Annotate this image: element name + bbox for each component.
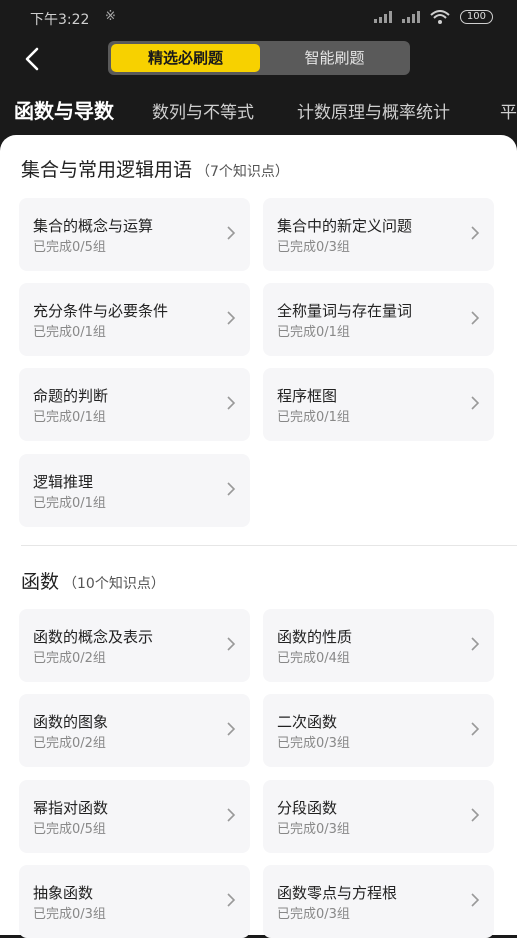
cellular-signal-icon	[373, 11, 392, 23]
section-divider	[21, 545, 517, 546]
status-extra: ※	[105, 9, 116, 24]
card-title: 全称量词与存在量词	[277, 302, 413, 320]
chevron-right-icon	[471, 226, 480, 240]
card-title: 抽象函数	[33, 884, 94, 902]
tab-smart-exercises[interactable]: 智能刷题	[262, 44, 407, 72]
knowledge-card[interactable]: 二次函数 已完成0/3组	[263, 694, 494, 767]
chevron-right-icon	[227, 396, 236, 410]
chevron-right-icon	[471, 722, 480, 736]
chevron-right-icon	[471, 637, 480, 651]
status-time: 下午3:22	[30, 12, 90, 28]
knowledge-card[interactable]: 分段函数 已完成0/3组	[263, 780, 494, 853]
card-progress: 已完成0/1组	[33, 410, 106, 425]
card-title: 函数零点与方程根	[277, 884, 398, 902]
card-title: 集合的概念与运算	[33, 217, 154, 235]
chevron-right-icon	[227, 311, 236, 325]
chevron-right-icon	[227, 226, 236, 240]
tab-functions-derivatives[interactable]: 函数与导数	[14, 96, 114, 126]
tab-counting-probability[interactable]: 计数原理与概率统计	[297, 98, 450, 128]
card-progress: 已完成0/3组	[277, 907, 350, 922]
knowledge-card[interactable]: 抽象函数 已完成0/3组	[19, 865, 250, 938]
card-title: 命题的判断	[33, 387, 109, 405]
chevron-right-icon	[227, 482, 236, 496]
card-title: 程序框图	[277, 387, 338, 405]
card-title: 函数的性质	[277, 628, 353, 646]
card-progress: 已完成0/1组	[277, 325, 350, 340]
section-count: （7个知识点）	[196, 164, 289, 180]
card-progress: 已完成0/2组	[33, 736, 106, 751]
knowledge-card[interactable]: 函数的性质 已完成0/4组	[263, 609, 494, 682]
card-title: 函数的概念及表示	[33, 628, 154, 646]
card-title: 集合中的新定义问题	[277, 217, 413, 235]
chevron-right-icon	[227, 637, 236, 651]
knowledge-card[interactable]: 函数的图象 已完成0/2组	[19, 694, 250, 767]
card-title: 幂指对函数	[33, 799, 109, 817]
section-name: 集合与常用逻辑用语	[21, 159, 193, 181]
content-sheet: 集合与常用逻辑用语 （7个知识点） 集合的概念与运算 已完成0/5组 集合中的新定…	[0, 135, 517, 938]
chevron-right-icon	[471, 396, 480, 410]
knowledge-card[interactable]: 全称量词与存在量词 已完成0/1组	[263, 283, 494, 356]
knowledge-card[interactable]: 函数零点与方程根 已完成0/3组	[263, 865, 494, 938]
knowledge-card[interactable]: 集合的概念与运算 已完成0/5组	[19, 198, 250, 271]
knowledge-card[interactable]: 程序框图 已完成0/1组	[263, 368, 494, 441]
tab-sequences-inequalities[interactable]: 数列与不等式	[152, 98, 254, 128]
section-name: 函数	[21, 571, 60, 593]
card-progress: 已完成0/3组	[277, 240, 350, 255]
card-title: 函数的图象	[33, 713, 109, 731]
card-progress: 已完成0/4组	[277, 651, 350, 666]
knowledge-card[interactable]: 命题的判断 已完成0/1组	[19, 368, 250, 441]
card-title: 二次函数	[277, 713, 338, 731]
section-title: 函数 （10个知识点）	[21, 567, 165, 594]
card-progress: 已完成0/3组	[277, 736, 350, 751]
card-progress: 已完成0/1组	[277, 410, 350, 425]
chevron-right-icon	[471, 893, 480, 907]
card-progress: 已完成0/5组	[33, 240, 106, 255]
card-progress: 已完成0/5组	[33, 822, 106, 837]
mode-switch: 精选必刷题 智能刷题	[108, 41, 410, 75]
card-title: 充分条件与必要条件	[33, 302, 169, 320]
knowledge-card[interactable]: 逻辑推理 已完成0/1组	[19, 454, 250, 527]
knowledge-card[interactable]: 幂指对函数 已完成0/5组	[19, 780, 250, 853]
chevron-right-icon	[227, 722, 236, 736]
chevron-right-icon	[471, 808, 480, 822]
card-title: 逻辑推理	[33, 473, 94, 491]
status-bar: 下午3:22 ※ 100	[0, 0, 517, 36]
card-progress: 已完成0/3组	[33, 907, 106, 922]
card-title: 分段函数	[277, 799, 338, 817]
card-progress: 已完成0/1组	[33, 496, 106, 511]
section-title: 集合与常用逻辑用语 （7个知识点）	[21, 155, 289, 182]
tab-selected-exercises[interactable]: 精选必刷题	[111, 44, 260, 72]
card-progress: 已完成0/1组	[33, 325, 106, 340]
chevron-right-icon	[227, 893, 236, 907]
chevron-right-icon	[227, 808, 236, 822]
knowledge-card[interactable]: 充分条件与必要条件 已完成0/1组	[19, 283, 250, 356]
card-progress: 已完成0/3组	[277, 822, 350, 837]
tab-more[interactable]: 平	[500, 98, 517, 128]
card-progress: 已完成0/2组	[33, 651, 106, 666]
chevron-right-icon	[471, 311, 480, 325]
knowledge-card[interactable]: 集合中的新定义问题 已完成0/3组	[263, 198, 494, 271]
battery-icon: 100	[459, 10, 493, 24]
cellular-signal-2-icon	[401, 11, 420, 23]
wifi-icon	[430, 10, 450, 24]
back-arrow-icon[interactable]	[20, 46, 44, 72]
section-count: （10个知识点）	[63, 576, 165, 592]
subject-tabs: 函数与导数 数列与不等式 计数原理与概率统计 平	[0, 96, 517, 130]
knowledge-card[interactable]: 函数的概念及表示 已完成0/2组	[19, 609, 250, 682]
